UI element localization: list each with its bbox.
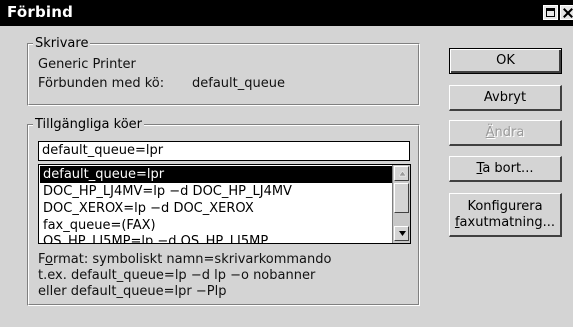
arrow-up-icon[interactable] [394, 166, 409, 181]
arrow-down-icon[interactable] [394, 226, 409, 241]
ok-button[interactable]: OK [449, 48, 562, 74]
printer-name: Generic Printer [38, 57, 136, 72]
close-icon[interactable] [560, 5, 573, 20]
scrollbar-thumb[interactable] [394, 183, 409, 213]
cancel-button[interactable]: Avbryt [449, 85, 562, 111]
format-hint-line-3: eller default_queue=lpr −Plp [38, 284, 227, 299]
format-hint-line-2: t.ex. default_queue=lp −d lp −o nobanner [38, 268, 316, 283]
list-item[interactable]: OS_HP_LJ5MP=lp −d OS_HP_LJ5MP [40, 233, 392, 243]
queue-list[interactable]: default_queue=lpr DOC_HP_LJ4MV=lp −d DOC… [38, 164, 411, 244]
queue-entry-value: default_queue=lpr [42, 143, 164, 158]
list-item[interactable]: default_queue=lpr [40, 166, 392, 183]
printer-group-legend: Skrivare [33, 36, 91, 51]
window-title: Förbind [7, 3, 74, 21]
format-hint-line-1: Format: symboliskt namn=skrivarkommando [38, 252, 332, 267]
queue-list-scrollbar[interactable] [392, 165, 410, 243]
printer-group [27, 43, 420, 106]
list-item[interactable]: DOC_HP_LJ4MV=lp −d DOC_HP_LJ4MV [40, 183, 392, 200]
queues-group-legend: Tillgängliga köer [33, 117, 145, 132]
connect-dialog: Förbind Skrivare Generic Printer Förbund… [0, 0, 573, 327]
title-bar[interactable]: Förbind [0, 0, 573, 26]
remove-button[interactable]: Ta bort... [449, 156, 562, 182]
configure-fax-output-button[interactable]: Konfigurera faxutmatning... [449, 193, 562, 237]
connected-queue-value: default_queue [192, 76, 285, 91]
queue-entry-field[interactable]: default_queue=lpr [38, 141, 410, 161]
connected-queue-label: Förbunden med kö: [38, 76, 165, 91]
change-button[interactable]: Ändra [449, 120, 562, 146]
maximize-icon[interactable] [543, 5, 558, 20]
list-item[interactable]: DOC_XEROX=lp −d DOC_XEROX [40, 200, 392, 217]
list-item[interactable]: fax_queue=(FAX) [40, 217, 392, 234]
